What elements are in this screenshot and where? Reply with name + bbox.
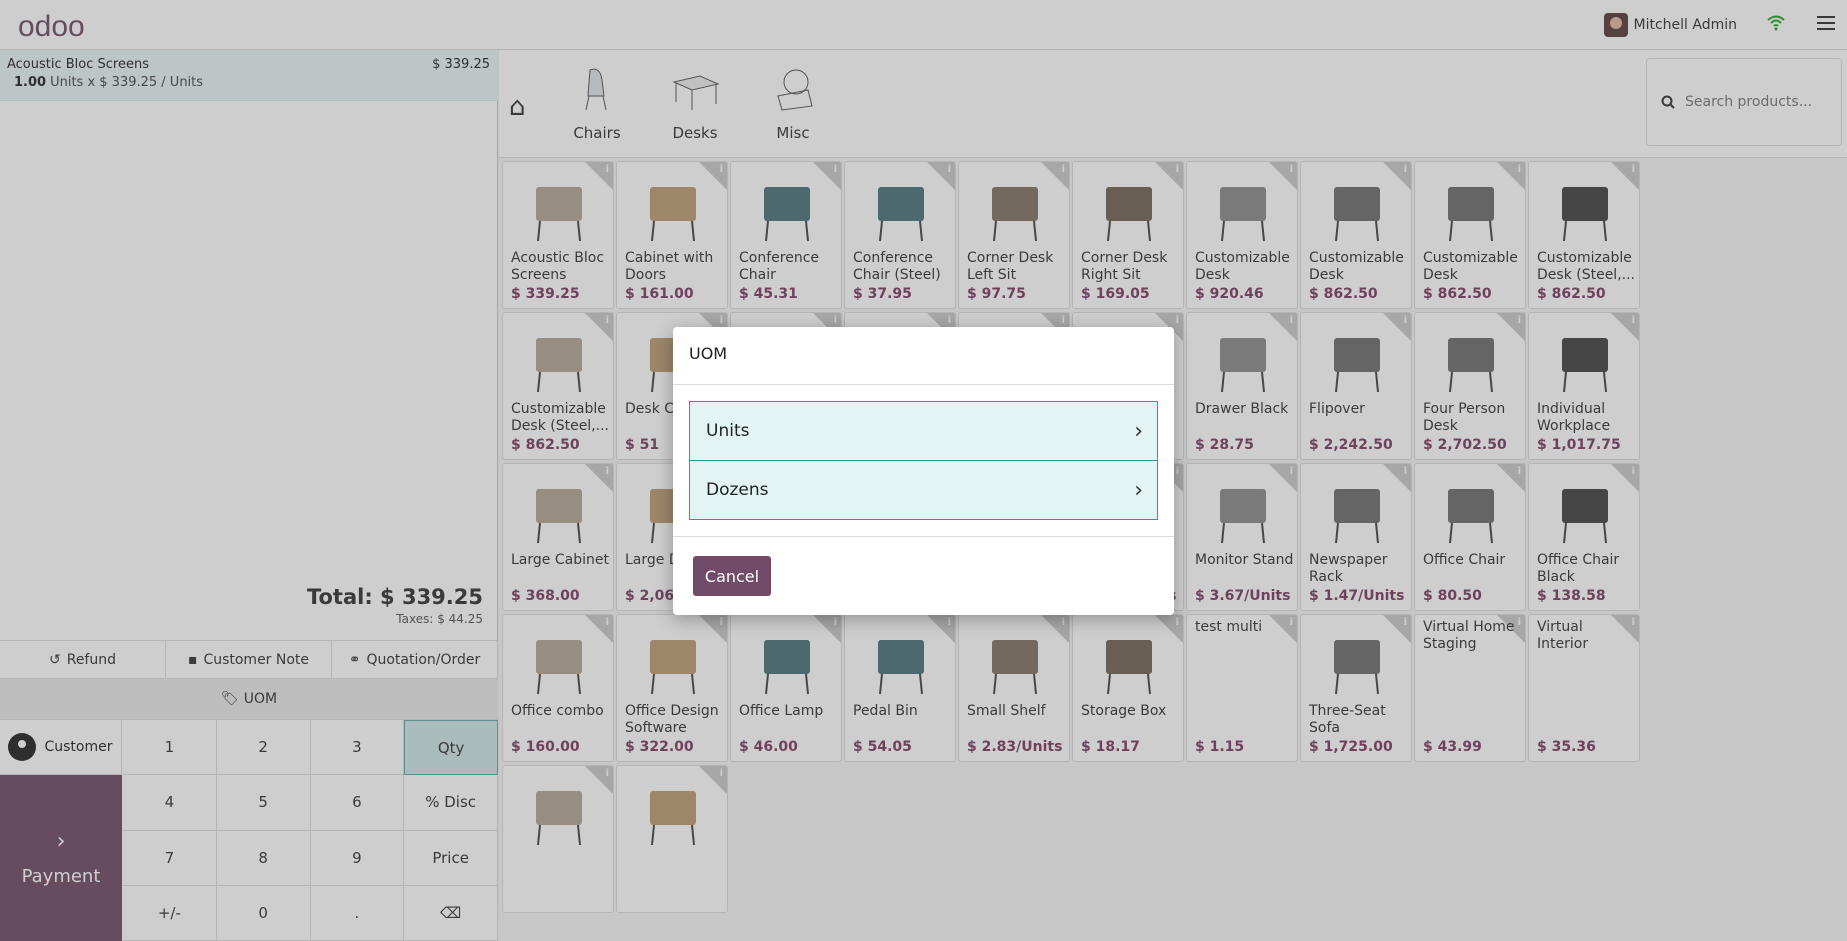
chevron-right-icon: ›	[1134, 477, 1143, 503]
uom-option-label: Dozens	[706, 480, 769, 500]
uom-dialog: UOM Units › Dozens › Cancel	[673, 327, 1174, 615]
divider	[673, 384, 1174, 385]
uom-option-units[interactable]: Units ›	[689, 401, 1158, 461]
uom-option-label: Units	[706, 421, 750, 441]
divider	[673, 536, 1174, 537]
dialog-title: UOM	[689, 344, 728, 363]
uom-option-dozens[interactable]: Dozens ›	[689, 460, 1158, 520]
chevron-right-icon: ›	[1134, 418, 1143, 444]
cancel-button[interactable]: Cancel	[693, 556, 771, 596]
